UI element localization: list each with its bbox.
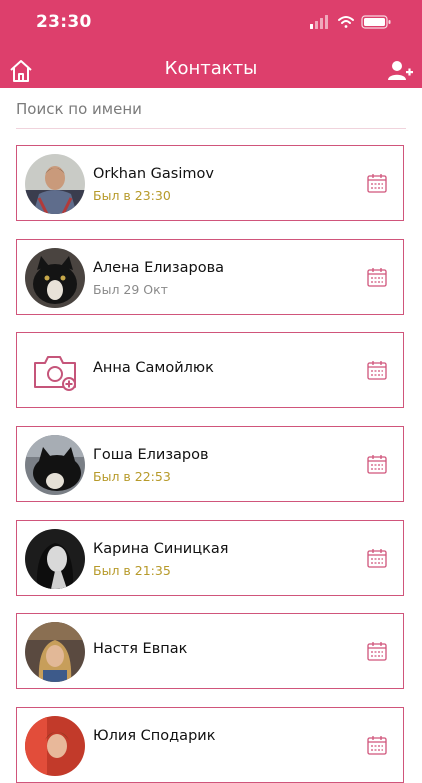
calendar-icon[interactable]: [366, 640, 388, 662]
contact-name: Алена Елизарова: [93, 260, 225, 276]
avatar: [25, 622, 85, 682]
calendar-icon[interactable]: [366, 453, 388, 475]
contact-card[interactable]: Настя Евпак: [16, 613, 404, 689]
contact-status: Был 29 Окт: [93, 282, 168, 297]
signal-icon: [310, 15, 328, 29]
contact-card[interactable]: Анна Самойлюк: [16, 332, 404, 408]
contact-card[interactable]: Юлия Сподарик: [16, 707, 404, 783]
avatar: [25, 154, 85, 214]
page-title: Контакты: [164, 58, 258, 79]
contact-name: Анна Самойлюк: [93, 360, 214, 376]
contact-name: Юлия Сподарик: [93, 728, 216, 744]
app-header: 23:30 Контакты: [0, 0, 422, 88]
calendar-icon[interactable]: [366, 734, 388, 756]
contact-card[interactable]: Алена Елизарова Был 29 Окт: [16, 239, 404, 315]
add-user-icon[interactable]: [386, 58, 414, 84]
contact-status: Был в 21:35: [93, 563, 171, 578]
contact-status: Был в 22:53: [93, 469, 171, 484]
battery-icon: [361, 15, 391, 29]
wifi-icon: [338, 16, 354, 28]
calendar-icon[interactable]: [366, 172, 388, 194]
add-photo-icon[interactable]: [25, 341, 85, 401]
avatar: [25, 435, 85, 495]
calendar-icon[interactable]: [366, 547, 388, 569]
avatar: [25, 716, 85, 776]
calendar-icon[interactable]: [366, 359, 388, 381]
search-field[interactable]: [16, 96, 406, 129]
search-input[interactable]: [16, 96, 406, 118]
contact-card[interactable]: Карина Синицкая Был в 21:35: [16, 520, 404, 596]
status-time: 23:30: [36, 12, 92, 32]
avatar: [25, 529, 85, 589]
contact-name: Гоша Елизаров: [93, 447, 209, 463]
calendar-icon[interactable]: [366, 266, 388, 288]
contact-card[interactable]: Гоша Елизаров Был в 22:53: [16, 426, 404, 502]
avatar: [25, 248, 85, 308]
contact-name: Настя Евпак: [93, 641, 188, 657]
contact-card[interactable]: Orkhan Gasimov Был в 23:30: [16, 145, 404, 221]
contact-name: Orkhan Gasimov: [93, 166, 214, 182]
status-icons: [310, 14, 400, 30]
contact-name: Карина Синицкая: [93, 541, 229, 557]
contact-status: Был в 23:30: [93, 188, 171, 203]
